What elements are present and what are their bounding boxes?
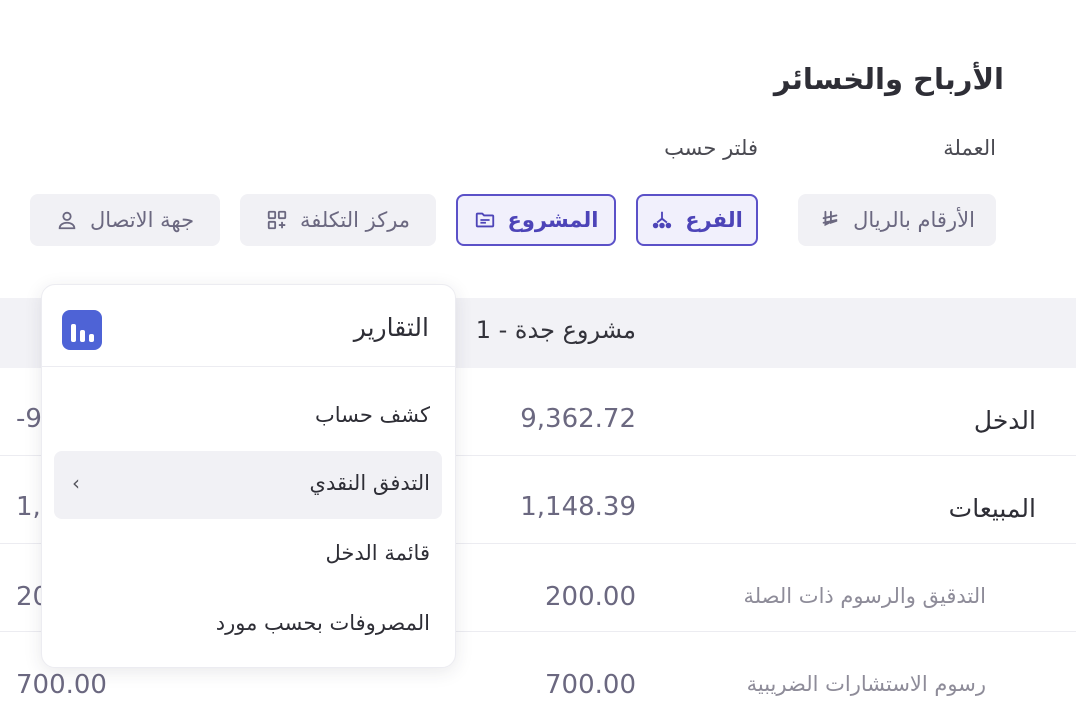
row-value: 9,362.72 — [520, 404, 636, 434]
branch-chip[interactable]: الفرع — [636, 194, 758, 246]
folder-icon — [475, 212, 494, 228]
row-value: 200.00 — [545, 582, 636, 612]
page-title: الأرباح والخسائر — [773, 62, 1004, 96]
dropdown-header: التقارير — [42, 285, 455, 367]
project-column-header: مشروع جدة - 1 — [475, 316, 636, 344]
row-name: رسوم الاستشارات الضريبية — [746, 672, 986, 696]
currency-chip-label: الأرقام بالريال — [853, 208, 975, 232]
row-name: المبيعات — [948, 494, 1036, 523]
row-value-2: -9 — [16, 404, 42, 434]
cost-center-chip-label: مركز التكلفة — [299, 208, 411, 232]
project-chip-label: المشروع — [507, 208, 599, 232]
row-name: التدقيق والرسوم ذات الصلة — [743, 584, 986, 608]
branch-chip-label: الفرع — [685, 208, 743, 232]
grid-plus-icon — [267, 210, 287, 230]
row-value-2: 700.00 — [16, 670, 107, 700]
cost-center-chip[interactable]: مركز التكلفة — [240, 194, 436, 246]
menu-item-label: كشف حساب — [314, 403, 430, 427]
menu-item-account-statement[interactable]: كشف حساب — [54, 383, 442, 451]
menu-item-label: التدفق النقدي — [309, 471, 430, 495]
row-value: 700.00 — [545, 670, 636, 700]
project-chip[interactable]: المشروع — [456, 194, 616, 246]
menu-item-expenses-by-vendor[interactable]: المصروفات بحسب مورد — [54, 591, 442, 659]
row-name: الدخل — [973, 406, 1036, 435]
filter-by-label: فلتر حسب — [664, 136, 758, 160]
menu-item-label: المصروفات بحسب مورد — [215, 611, 430, 635]
menu-item-label: قائمة الدخل — [325, 541, 431, 565]
user-icon — [58, 211, 76, 230]
contact-chip[interactable]: جهة الاتصال — [30, 194, 220, 246]
bar-chart-icon — [62, 310, 102, 350]
reports-dropdown: التقارير كشف حساب التدفق النقدي ‹ قائمة … — [41, 284, 456, 668]
riyal-icon — [822, 210, 838, 227]
branch-icon — [653, 211, 672, 229]
contact-chip-label: جهة الاتصال — [89, 208, 195, 232]
chevron-left-icon: ‹ — [72, 471, 80, 495]
dropdown-title: التقارير — [353, 313, 429, 342]
profit-loss-page: الأرباح والخسائر العملة فلتر حسب الأرقام… — [0, 0, 1076, 710]
currency-label: العملة — [943, 136, 996, 160]
menu-item-income-statement[interactable]: قائمة الدخل — [54, 521, 442, 589]
row-value: 1,148.39 — [520, 492, 636, 522]
currency-chip[interactable]: الأرقام بالريال — [798, 194, 996, 246]
menu-item-cash-flow[interactable]: التدفق النقدي ‹ — [54, 451, 442, 519]
